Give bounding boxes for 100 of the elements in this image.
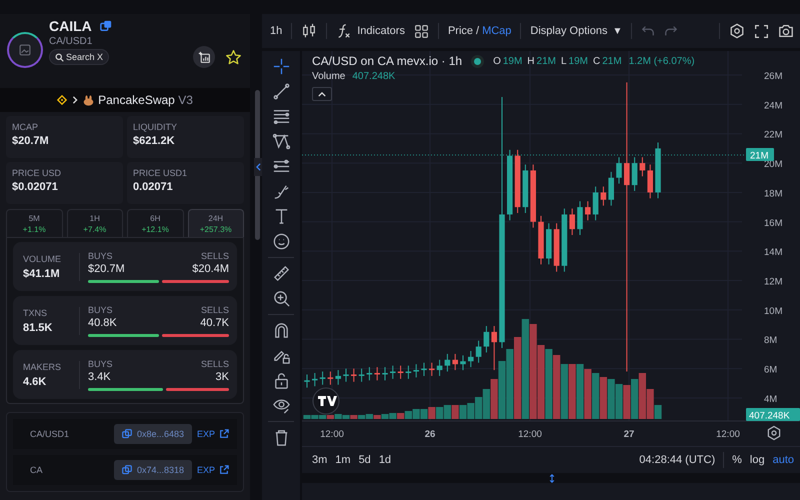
layout-grid-icon[interactable] xyxy=(414,24,429,38)
address-copy-button[interactable]: 0x8e...6483 xyxy=(114,424,192,444)
sells-label: SELLS xyxy=(200,250,229,260)
sells-value: 40.7K xyxy=(200,316,229,328)
dex-bar[interactable]: PancakeSwap V3 xyxy=(0,88,250,112)
timeframe-tab[interactable]: 6H +12.1% xyxy=(127,209,184,237)
price-axis-label: 18M xyxy=(764,188,782,200)
price-axis-label: 10M xyxy=(764,306,782,317)
settings-icon[interactable] xyxy=(729,23,745,39)
timeframe-tab[interactable]: 24H +257.3% xyxy=(188,209,244,237)
dex-name: PancakeSwap V3 xyxy=(98,93,193,107)
stat-label: PRICE USD1 xyxy=(133,168,188,178)
copy-icon[interactable] xyxy=(100,20,112,32)
indicators-button[interactable]: Indicators xyxy=(336,23,405,39)
price-axis-label: 22M xyxy=(764,130,782,141)
mode-separator: / xyxy=(476,25,480,37)
range-button[interactable]: 5d xyxy=(358,454,371,466)
ohlc-value: 19M xyxy=(502,56,522,66)
ohlc-key: C xyxy=(593,56,600,66)
logo-icon xyxy=(312,388,340,414)
ohlc-key: O xyxy=(493,56,501,66)
address-label: CA/USD1 xyxy=(30,429,70,439)
scale-toggle[interactable]: % xyxy=(732,454,742,466)
interval-button[interactable]: 1h xyxy=(270,25,282,37)
external-link-icon xyxy=(219,465,229,475)
candle xyxy=(577,200,583,236)
pattern-icon[interactable] xyxy=(272,132,290,151)
candle xyxy=(328,371,334,386)
buys-value: 3.4K xyxy=(88,370,111,382)
price-toggle[interactable]: Price xyxy=(448,25,474,37)
function-icon xyxy=(336,23,352,39)
candle xyxy=(351,368,357,382)
lines-icon[interactable] xyxy=(272,107,290,126)
clock: 04:28:44 (UTC) xyxy=(639,454,716,466)
ruler-icon[interactable] xyxy=(272,264,290,283)
buys-label: BUYS xyxy=(88,304,113,314)
candle xyxy=(546,222,552,265)
axis-settings-icon[interactable] xyxy=(768,426,780,440)
candle xyxy=(616,156,622,184)
sells-value: 3K xyxy=(216,370,229,382)
copy-icon xyxy=(122,429,132,439)
copy-icon xyxy=(122,465,132,475)
undo-icon[interactable] xyxy=(641,24,656,38)
collapse-handle[interactable] xyxy=(254,158,262,176)
time-axis-label: 27 xyxy=(624,429,634,440)
explorer-link[interactable]: EXP xyxy=(196,429,229,439)
camera-icon[interactable] xyxy=(778,23,794,39)
candle xyxy=(452,353,458,371)
smiley-icon[interactable] xyxy=(272,232,290,251)
timeframe-tab[interactable]: 5M +1.1% xyxy=(6,209,62,237)
range-button[interactable]: 3m xyxy=(312,454,328,466)
fullscreen-icon[interactable] xyxy=(754,24,769,38)
volume-value: 407.248K xyxy=(352,71,396,82)
chevron-right-icon xyxy=(71,96,80,104)
candle xyxy=(398,365,404,380)
price-axis-label: 4M xyxy=(764,394,778,405)
candle xyxy=(460,354,466,371)
zoom-in-icon[interactable] xyxy=(272,289,290,308)
buys-label: BUYS xyxy=(88,250,113,260)
candle xyxy=(444,353,450,372)
price-tag: 21M xyxy=(746,148,774,162)
range-button[interactable]: 1d xyxy=(378,454,392,466)
explorer-link[interactable]: EXP xyxy=(196,465,229,475)
candles-icon[interactable] xyxy=(301,23,318,39)
token-pair: CA/USD1 xyxy=(49,36,94,47)
display-options-dropdown[interactable]: Display Options ▼ xyxy=(530,25,622,37)
crosshair-icon[interactable] xyxy=(272,57,290,76)
address-copy-button[interactable]: 0x74...8318 xyxy=(114,460,192,480)
timeframe-tab[interactable]: 1H +7.4% xyxy=(66,209,123,237)
collapse-legend-button[interactable] xyxy=(312,87,332,101)
scale-toggle[interactable]: log xyxy=(750,454,765,466)
scale-toggle[interactable]: auto xyxy=(772,454,794,466)
candle xyxy=(514,149,520,214)
candle xyxy=(413,364,419,378)
candle xyxy=(507,149,513,221)
ohlc-value: 19M xyxy=(568,56,588,66)
stat-value: $621.2K xyxy=(133,135,176,147)
trend-line-icon[interactable] xyxy=(272,82,290,101)
volume-label: Volume xyxy=(312,71,346,82)
activity-label: TXNS xyxy=(23,308,48,318)
resize-icon[interactable] xyxy=(549,474,555,482)
search-icon xyxy=(55,52,64,62)
candle xyxy=(640,156,646,177)
star-icon[interactable] xyxy=(225,48,242,66)
buys-label: BUYS xyxy=(88,358,113,368)
search-x-button[interactable]: Search X xyxy=(49,49,110,65)
range-button[interactable]: 1m xyxy=(335,454,351,466)
mcap-toggle[interactable]: MCap xyxy=(482,25,512,37)
redo-icon[interactable] xyxy=(664,24,678,38)
buys-value: $20.7M xyxy=(88,262,125,274)
add-chart-button[interactable] xyxy=(193,46,215,68)
candle xyxy=(585,200,591,221)
sells-label: SELLS xyxy=(200,358,229,368)
chevron-left-icon xyxy=(256,163,260,171)
price-axis-label: 14M xyxy=(764,247,782,258)
activity-total: 81.5K xyxy=(23,322,54,334)
activity-total: 4.6K xyxy=(23,376,48,388)
chart-plus-icon xyxy=(198,50,210,64)
activity-total: $41.1M xyxy=(23,268,61,280)
time-axis-label: 12:00 xyxy=(716,429,740,440)
